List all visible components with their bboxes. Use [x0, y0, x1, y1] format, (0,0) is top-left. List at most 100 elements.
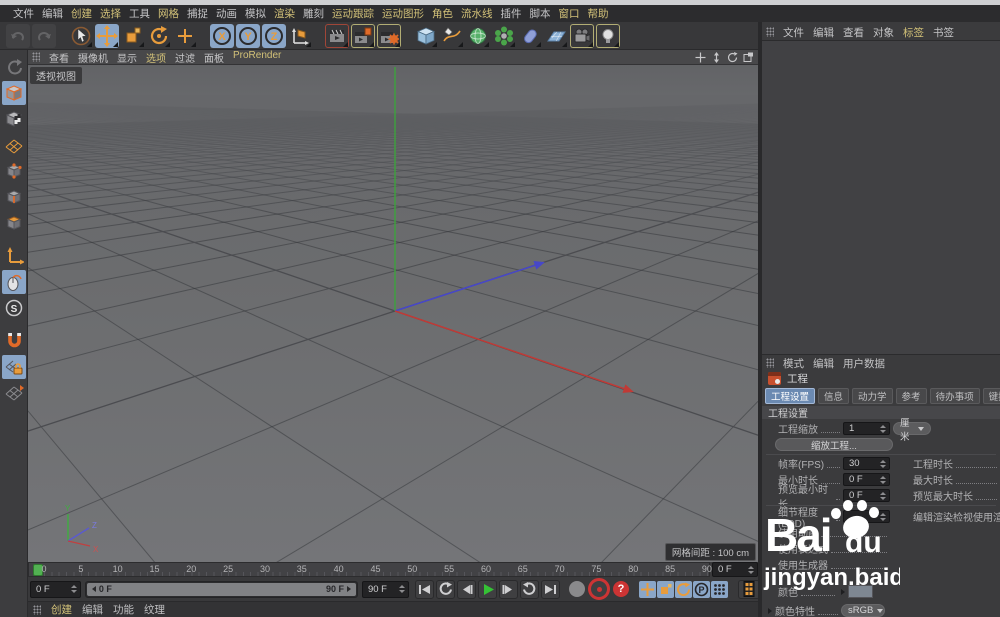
key-pla-icon[interactable]	[711, 581, 728, 598]
preview-min-input[interactable]: 0 F	[843, 489, 890, 502]
material-manager-menu-item-0[interactable]: 创建	[51, 602, 72, 617]
go-start-icon[interactable]	[415, 580, 434, 599]
enable-axis-icon[interactable]	[2, 244, 26, 268]
viewport-menu-item-3[interactable]: 选项	[146, 50, 166, 65]
coordinate-system-icon[interactable]	[288, 24, 312, 48]
make-editable-icon[interactable]	[2, 55, 26, 79]
cube-primitive-icon[interactable]	[414, 24, 438, 48]
texture-mode-icon[interactable]	[2, 107, 26, 131]
menu-item-2[interactable]: 创建	[71, 6, 92, 21]
menu-item-12[interactable]: 运动图形	[382, 6, 424, 21]
generators-icon[interactable]	[492, 24, 516, 48]
deformers-icon[interactable]	[518, 24, 542, 48]
drag-grip-icon[interactable]	[766, 27, 774, 37]
play-icon[interactable]	[478, 580, 497, 599]
live-selection-icon[interactable]	[69, 24, 93, 48]
model-mode-icon[interactable]	[2, 81, 26, 105]
fps-input[interactable]: 30	[843, 457, 890, 470]
section-header[interactable]: 工程设置	[762, 406, 1000, 419]
pan-icon[interactable]	[694, 51, 706, 63]
menu-item-1[interactable]: 编辑	[42, 6, 63, 21]
color-profile-dropdown[interactable]: sRGB	[841, 604, 885, 617]
attribute-manager-menu-item-0[interactable]: 模式	[783, 356, 804, 371]
menu-item-6[interactable]: 捕捉	[187, 6, 208, 21]
menu-item-5[interactable]: 网格	[158, 6, 179, 21]
menu-item-16[interactable]: 脚本	[530, 6, 551, 21]
tab-2[interactable]: 动力学	[852, 388, 893, 404]
object-manager-menu-item-0[interactable]: 文件	[783, 25, 804, 40]
prev-key-icon[interactable]	[436, 580, 455, 599]
keyframe-help-icon[interactable]: ?	[613, 581, 629, 597]
lod-dropdown[interactable]	[843, 510, 890, 523]
key-scale-icon[interactable]	[657, 581, 674, 598]
tab-5[interactable]: 键插值	[983, 388, 1000, 404]
expand-icon[interactable]	[768, 608, 772, 614]
render-settings-icon[interactable]	[377, 24, 401, 48]
drag-grip-icon[interactable]	[32, 52, 40, 62]
undo-icon[interactable]	[6, 24, 30, 48]
subdivision-surface-icon[interactable]	[466, 24, 490, 48]
redo-icon[interactable]	[32, 24, 56, 48]
key-rotation-icon[interactable]	[675, 581, 692, 598]
object-manager-menu-item-5[interactable]: 书签	[933, 25, 954, 40]
tab-1[interactable]: 信息	[818, 388, 849, 404]
enable-snap-icon[interactable]: S	[2, 296, 26, 320]
rotate-icon[interactable]	[147, 24, 171, 48]
object-manager-menu-item-4[interactable]: 标签	[903, 25, 924, 40]
autokey-icon[interactable]	[588, 578, 610, 600]
object-manager-menu-item-1[interactable]: 编辑	[813, 25, 834, 40]
scale-unit-dropdown[interactable]: 厘米	[893, 422, 931, 435]
menu-item-14[interactable]: 流水线	[461, 6, 493, 21]
x-axis-lock-icon[interactable]: X	[210, 24, 234, 48]
tab-0[interactable]: 工程设置	[765, 388, 815, 404]
menu-item-11[interactable]: 运动跟踪	[332, 6, 374, 21]
zoom-icon[interactable]	[710, 51, 722, 63]
menu-item-17[interactable]: 窗口	[559, 6, 580, 21]
expand-icon[interactable]	[841, 589, 845, 595]
menu-item-0[interactable]: 文件	[13, 6, 34, 21]
go-end-icon[interactable]	[541, 580, 560, 599]
workplane-mode-icon[interactable]	[2, 133, 26, 157]
quantize-icon[interactable]	[2, 329, 26, 353]
spline-pen-icon[interactable]	[440, 24, 464, 48]
camera-icon[interactable]	[570, 24, 594, 48]
record-icon[interactable]	[569, 581, 585, 597]
menu-item-10[interactable]: 雕刻	[303, 6, 324, 21]
drag-grip-icon[interactable]	[33, 605, 41, 615]
z-axis-lock-icon[interactable]: Z	[262, 24, 286, 48]
object-manager-menu-item-3[interactable]: 对象	[873, 25, 894, 40]
workplane-icon[interactable]	[2, 381, 26, 405]
menu-item-15[interactable]: 插件	[501, 6, 522, 21]
viewport-menu-item-4[interactable]: 过滤	[175, 50, 195, 65]
prev-frame-icon[interactable]	[457, 580, 476, 599]
tab-3[interactable]: 参考	[896, 388, 927, 404]
menu-item-9[interactable]: 渲染	[274, 6, 295, 21]
material-manager-menu-item-2[interactable]: 功能	[113, 602, 134, 617]
edges-mode-icon[interactable]	[2, 185, 26, 209]
current-frame-box[interactable]: 0 F	[712, 562, 758, 577]
attribute-object-row[interactable]: 工程	[762, 370, 1000, 387]
drag-grip-icon[interactable]	[766, 358, 774, 368]
view-label[interactable]: 透视视图	[30, 67, 82, 84]
render-view-icon[interactable]	[325, 24, 349, 48]
scale-icon[interactable]	[121, 24, 145, 48]
move-icon[interactable]	[95, 24, 119, 48]
menu-item-13[interactable]: 角色	[432, 6, 453, 21]
y-axis-lock-icon[interactable]: Y	[236, 24, 260, 48]
menu-item-8[interactable]: 模拟	[245, 6, 266, 21]
viewport-menu-item-2[interactable]: 显示	[117, 50, 137, 65]
floor-icon[interactable]	[544, 24, 568, 48]
viewport-menu-item-0[interactable]: 查看	[49, 50, 69, 65]
start-frame-field[interactable]: 0 F	[30, 581, 81, 598]
next-frame-icon[interactable]	[499, 580, 518, 599]
material-manager-menu-item-3[interactable]: 纹理	[144, 602, 165, 617]
end-frame-field[interactable]: 90 F	[362, 581, 409, 598]
toggle-view-icon[interactable]	[742, 51, 754, 63]
key-parameter-icon[interactable]: P	[693, 581, 710, 598]
object-manager-list[interactable]	[762, 40, 1000, 355]
key-position-icon[interactable]	[639, 581, 656, 598]
menu-item-3[interactable]: 选择	[100, 6, 121, 21]
viewport-menu-item-1[interactable]: 摄像机	[78, 50, 108, 65]
menu-item-4[interactable]: 工具	[129, 6, 150, 21]
attribute-manager-menu-item-1[interactable]: 编辑	[813, 356, 834, 371]
